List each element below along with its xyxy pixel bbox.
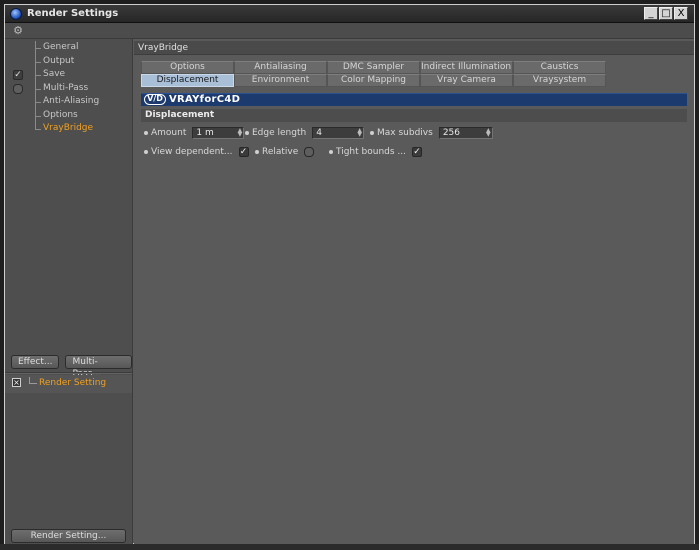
tight-bounds-param: Tight bounds ... ✓ bbox=[329, 145, 423, 158]
view-dependent-checkbox[interactable]: ✓ bbox=[238, 146, 249, 157]
tab-vray-camera[interactable]: Vray Camera bbox=[420, 74, 513, 87]
save-enable-checkbox[interactable]: ✓ bbox=[13, 70, 23, 80]
tree-item-options[interactable]: Options bbox=[5, 108, 132, 122]
tab-color-mapping[interactable]: Color Mapping bbox=[327, 74, 420, 87]
tree-item-general[interactable]: General bbox=[5, 41, 132, 55]
animate-dot-icon[interactable] bbox=[245, 130, 249, 135]
settings-tree: General Output ✓ Save Multi-Pass Anti-Al… bbox=[5, 41, 132, 136]
window-title: Render Settings bbox=[27, 8, 119, 19]
spinner-icon[interactable]: ▲ ▼ bbox=[486, 127, 491, 138]
effect-button[interactable]: Effect... bbox=[11, 355, 60, 369]
title-bar[interactable]: Render Settings _ □ X bbox=[5, 5, 694, 23]
tree-item-label: VrayBridge bbox=[43, 123, 94, 133]
window-controls: _ □ X bbox=[644, 7, 688, 20]
view-dependent-label: View dependent... bbox=[151, 146, 233, 157]
tree-item-label: Multi-Pass bbox=[43, 82, 89, 93]
relative-label: Relative bbox=[262, 146, 299, 157]
divider bbox=[5, 372, 132, 374]
vray-logo-mark: V/D bbox=[144, 94, 166, 105]
vray-logo-text: VRAYforC4D bbox=[169, 94, 241, 105]
animate-dot-icon[interactable] bbox=[144, 130, 148, 135]
tab-antialiasing[interactable]: Antialiasing bbox=[234, 61, 327, 74]
render-setting-button[interactable]: Render Setting... bbox=[11, 529, 126, 543]
animate-dot-icon[interactable] bbox=[370, 130, 374, 135]
animate-dot-icon[interactable] bbox=[329, 149, 333, 154]
tree-item-label: Output bbox=[43, 55, 75, 66]
render-settings-list: × Render Setting bbox=[5, 375, 132, 393]
multipass-enable-checkbox[interactable] bbox=[13, 83, 23, 94]
background-timeline-strip bbox=[0, 544, 699, 550]
cinema4d-app-icon bbox=[10, 8, 22, 20]
tab-indirect-illumination[interactable]: Indirect Illumination (GI) bbox=[420, 61, 513, 74]
relative-checkbox[interactable] bbox=[304, 146, 315, 157]
tree-item-label: Anti-Aliasing bbox=[43, 96, 100, 106]
render-setting-item[interactable]: Render Setting bbox=[39, 378, 106, 388]
tree-item-anti-aliasing[interactable]: Anti-Aliasing bbox=[5, 95, 132, 109]
tight-bounds-label: Tight bounds ... bbox=[336, 146, 407, 157]
view-dependent-param: View dependent... ✓ bbox=[144, 145, 249, 158]
panel-title: VrayBridge bbox=[134, 41, 694, 55]
tab-row-1: Options Antialiasing DMC Sampler Indirec… bbox=[141, 61, 606, 74]
section-header: Displacement bbox=[141, 109, 687, 122]
tight-bounds-checkbox[interactable]: ✓ bbox=[412, 146, 423, 157]
vray-logo: V/D VRAYforC4D bbox=[144, 93, 240, 106]
gear-icon[interactable]: ⚙ bbox=[12, 25, 24, 37]
tree-item-label: General bbox=[43, 42, 79, 52]
minimize-button[interactable]: _ bbox=[644, 7, 658, 20]
max-subdivs-label: Max subdivs bbox=[377, 127, 433, 138]
edge-length-param: Edge length 4 ▲ ▼ bbox=[245, 126, 365, 139]
tab-vraysystem[interactable]: Vraysystem bbox=[513, 74, 606, 87]
effect-buttons: Effect... Multi-Pass... bbox=[11, 355, 132, 379]
relative-param: Relative bbox=[255, 145, 315, 158]
spinner-icon[interactable]: ▲ ▼ bbox=[357, 127, 362, 138]
tree-item-output[interactable]: Output bbox=[5, 54, 132, 68]
tree-item-save[interactable]: ✓ Save bbox=[5, 68, 132, 82]
tab-displacement[interactable]: Displacement bbox=[141, 74, 234, 87]
animate-dot-icon[interactable] bbox=[144, 149, 148, 154]
tab-strip: Options Antialiasing DMC Sampler Indirec… bbox=[141, 61, 606, 87]
render-setting-icon[interactable]: × bbox=[12, 378, 21, 387]
tab-dmc-sampler[interactable]: DMC Sampler bbox=[327, 61, 420, 74]
tree-item-multi-pass[interactable]: Multi-Pass bbox=[5, 81, 132, 95]
close-button[interactable]: X bbox=[674, 7, 688, 20]
amount-param: Amount 1 m ▲ ▼ bbox=[144, 126, 245, 139]
tree-item-label: Save bbox=[43, 69, 66, 79]
multi-pass-button[interactable]: Multi-Pass... bbox=[65, 355, 132, 379]
edge-length-input[interactable]: 4 ▲ ▼ bbox=[312, 126, 365, 139]
amount-input[interactable]: 1 m ▲ ▼ bbox=[192, 126, 245, 139]
max-subdivs-param: Max subdivs 256 ▲ ▼ bbox=[370, 126, 493, 139]
edge-length-label: Edge length bbox=[252, 127, 307, 138]
vraybridge-panel: VrayBridge Options Antialiasing DMC Samp… bbox=[134, 39, 694, 544]
left-panel: General Output ✓ Save Multi-Pass Anti-Al… bbox=[5, 39, 133, 544]
amount-label: Amount bbox=[151, 127, 187, 138]
tree-item-label: Options bbox=[43, 109, 78, 120]
tab-caustics[interactable]: Caustics bbox=[513, 61, 606, 74]
tab-options[interactable]: Options bbox=[141, 61, 234, 74]
tab-environment[interactable]: Environment bbox=[234, 74, 327, 87]
spinner-icon[interactable]: ▲ ▼ bbox=[237, 127, 243, 138]
vray-banner: V/D VRAYforC4D bbox=[141, 93, 687, 106]
tree-item-vraybridge[interactable]: VrayBridge bbox=[5, 122, 132, 136]
menu-bar: ⚙ bbox=[5, 23, 694, 39]
tab-row-2: Displacement Environment Color Mapping V… bbox=[141, 74, 606, 87]
render-settings-window: Render Settings _ □ X ⚙ General Output ✓… bbox=[4, 4, 695, 544]
max-subdivs-input[interactable]: 256 ▲ ▼ bbox=[438, 126, 493, 139]
maximize-button[interactable]: □ bbox=[659, 7, 673, 20]
animate-dot-icon[interactable] bbox=[255, 149, 259, 154]
